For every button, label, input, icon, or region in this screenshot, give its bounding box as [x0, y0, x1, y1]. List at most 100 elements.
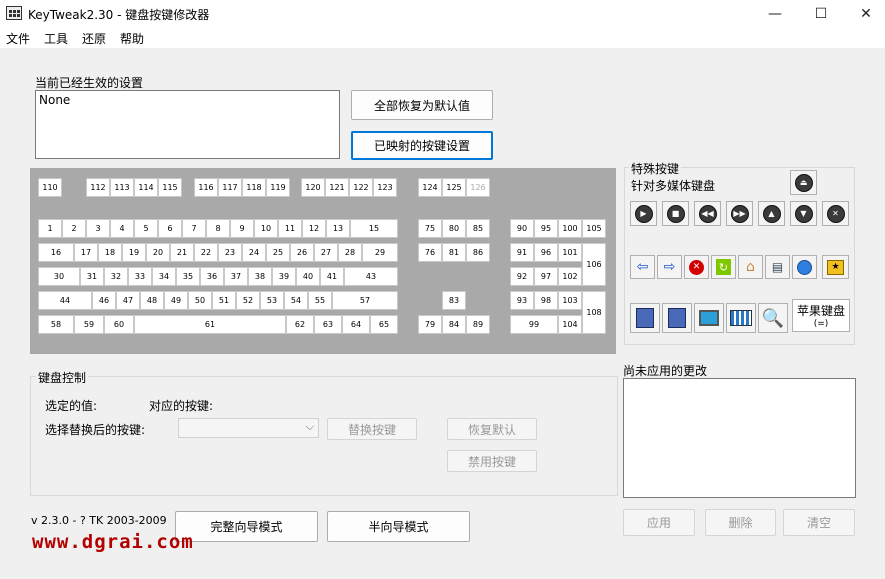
key-114[interactable]: 114: [134, 178, 158, 197]
next-track-icon[interactable]: ▶▶: [726, 201, 753, 226]
key-28[interactable]: 28: [338, 243, 362, 262]
key-19[interactable]: 19: [122, 243, 146, 262]
key-106[interactable]: 106: [582, 243, 606, 286]
key-103[interactable]: 103: [558, 291, 582, 310]
key-9[interactable]: 9: [230, 219, 254, 238]
key-86[interactable]: 86: [466, 243, 490, 262]
key-52[interactable]: 52: [236, 291, 260, 310]
stop-browser-icon[interactable]: ✕: [684, 255, 709, 279]
key-101[interactable]: 101: [558, 243, 582, 262]
key-20[interactable]: 20: [146, 243, 170, 262]
key-48[interactable]: 48: [140, 291, 164, 310]
key-31[interactable]: 31: [80, 267, 104, 286]
close-button[interactable]: ✕: [843, 0, 885, 28]
key-1[interactable]: 1: [38, 219, 62, 238]
key-90[interactable]: 90: [510, 219, 534, 238]
key-13[interactable]: 13: [326, 219, 350, 238]
key-18[interactable]: 18: [98, 243, 122, 262]
menu-restore[interactable]: 还原: [82, 30, 106, 47]
restore-all-button[interactable]: 全部恢复为默认值: [351, 90, 493, 120]
key-37[interactable]: 37: [224, 267, 248, 286]
key-7[interactable]: 7: [182, 219, 206, 238]
apply-button[interactable]: 应用: [623, 509, 695, 536]
key-96[interactable]: 96: [534, 243, 558, 262]
key-35[interactable]: 35: [176, 267, 200, 286]
key-25[interactable]: 25: [266, 243, 290, 262]
clear-button[interactable]: 清空: [783, 509, 855, 536]
key-5[interactable]: 5: [134, 219, 158, 238]
key-30[interactable]: 30: [38, 267, 80, 286]
key-116[interactable]: 116: [194, 178, 218, 197]
volume-down-icon[interactable]: ▼: [790, 201, 817, 226]
key-92[interactable]: 92: [510, 267, 534, 286]
key-58[interactable]: 58: [38, 315, 74, 334]
key-113[interactable]: 113: [110, 178, 134, 197]
key-12[interactable]: 12: [302, 219, 326, 238]
key-64[interactable]: 64: [342, 315, 370, 334]
key-65[interactable]: 65: [370, 315, 398, 334]
delete-button[interactable]: 删除: [705, 509, 776, 536]
key-22[interactable]: 22: [194, 243, 218, 262]
key-79[interactable]: 79: [418, 315, 442, 334]
key-121[interactable]: 121: [325, 178, 349, 197]
key-60[interactable]: 60: [104, 315, 134, 334]
key-23[interactable]: 23: [218, 243, 242, 262]
half-wizard-button[interactable]: 半向导模式: [327, 511, 470, 542]
full-wizard-button[interactable]: 完整向导模式: [175, 511, 318, 542]
key-51[interactable]: 51: [212, 291, 236, 310]
key-24[interactable]: 24: [242, 243, 266, 262]
mute-icon[interactable]: ✕: [822, 201, 849, 226]
key-34[interactable]: 34: [152, 267, 176, 286]
key-49[interactable]: 49: [164, 291, 188, 310]
key-44[interactable]: 44: [38, 291, 92, 310]
key-11[interactable]: 11: [278, 219, 302, 238]
key-47[interactable]: 47: [116, 291, 140, 310]
globe-icon[interactable]: [792, 255, 817, 279]
pending-changes-box[interactable]: [623, 378, 856, 498]
key-124[interactable]: 124: [418, 178, 442, 197]
key-29[interactable]: 29: [362, 243, 398, 262]
key-38[interactable]: 38: [248, 267, 272, 286]
key-8[interactable]: 8: [206, 219, 230, 238]
key-26[interactable]: 26: [290, 243, 314, 262]
replacement-key-select[interactable]: ⌵: [178, 418, 319, 438]
refresh-icon[interactable]: ↻: [711, 255, 736, 279]
home-icon[interactable]: ⌂: [738, 255, 763, 279]
key-122[interactable]: 122: [349, 178, 373, 197]
key-119[interactable]: 119: [266, 178, 290, 197]
volume-up-icon[interactable]: ▲: [758, 201, 785, 226]
menu-tools[interactable]: 工具: [44, 30, 68, 47]
key-89[interactable]: 89: [466, 315, 490, 334]
key-123[interactable]: 123: [373, 178, 397, 197]
key-80[interactable]: 80: [442, 219, 466, 238]
key-91[interactable]: 91: [510, 243, 534, 262]
key-46[interactable]: 46: [92, 291, 116, 310]
minimize-button[interactable]: —: [752, 0, 798, 28]
key-36[interactable]: 36: [200, 267, 224, 286]
key-15[interactable]: 15: [350, 219, 398, 238]
play-icon[interactable]: ▶: [630, 201, 657, 226]
back-arrow-icon[interactable]: ⇦: [630, 255, 655, 279]
key-32[interactable]: 32: [104, 267, 128, 286]
key-62[interactable]: 62: [286, 315, 314, 334]
left-window-icon[interactable]: [630, 303, 660, 333]
calculator-icon[interactable]: [726, 303, 756, 333]
key-115[interactable]: 115: [158, 178, 182, 197]
key-126[interactable]: 126: [466, 178, 490, 197]
key-108[interactable]: 108: [582, 291, 606, 334]
key-84[interactable]: 84: [442, 315, 466, 334]
favorites-icon[interactable]: ★: [822, 255, 849, 279]
mapped-settings-button[interactable]: 已映射的按键设置: [351, 131, 493, 160]
key-81[interactable]: 81: [442, 243, 466, 262]
key-50[interactable]: 50: [188, 291, 212, 310]
magnifier-icon[interactable]: 🔍: [758, 303, 788, 333]
my-computer-icon[interactable]: [694, 303, 724, 333]
key-85[interactable]: 85: [466, 219, 490, 238]
current-settings-box[interactable]: None: [35, 90, 340, 159]
key-97[interactable]: 97: [534, 267, 558, 286]
menu-file[interactable]: 文件: [6, 30, 30, 47]
key-59[interactable]: 59: [74, 315, 104, 334]
maximize-button[interactable]: ☐: [798, 0, 844, 28]
key-102[interactable]: 102: [558, 267, 582, 286]
key-10[interactable]: 10: [254, 219, 278, 238]
